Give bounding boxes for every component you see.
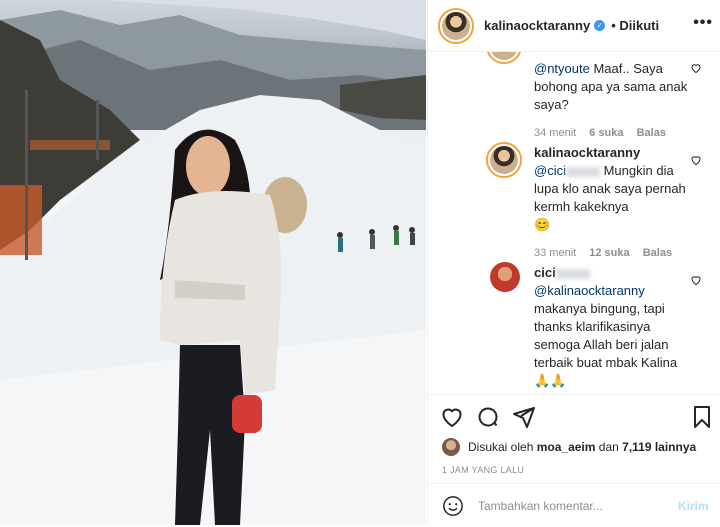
- like-comment-icon[interactable]: [690, 274, 702, 286]
- comment-emoji: 🙏🙏: [534, 373, 567, 388]
- comment-text: makanya bingung, tapi thanks klarifikasi…: [534, 301, 678, 370]
- share-icon[interactable]: [512, 405, 536, 429]
- comment-body: cici @kalinaocktaranny makanya bingung, …: [534, 264, 694, 390]
- commenter-avatar[interactable]: [486, 142, 522, 178]
- comment-author[interactable]: kalinaocktaranny: [534, 145, 640, 160]
- more-icon[interactable]: •••: [693, 14, 713, 32]
- post-header: kalinaocktaranny ✓ • Diikuti •••: [428, 0, 720, 52]
- like-comment-icon[interactable]: [690, 62, 702, 74]
- post-comment-button[interactable]: Kirim: [678, 499, 709, 513]
- comment-body: kalinaocktaranny @cici Mungkin dia lupa …: [534, 144, 694, 262]
- post-side-panel: kalinaocktaranny ✓ • Diikuti ••• @ntyout…: [427, 0, 720, 525]
- comment-emoji: 😊: [534, 217, 551, 232]
- comment-meta: 33 menit 12 suka Balas: [534, 244, 694, 262]
- comment-meta: 34 menit 6 suka Balas: [534, 124, 694, 142]
- bookmark-icon[interactable]: [690, 405, 714, 429]
- post-timestamp[interactable]: 1 JAM YANG LALU: [442, 465, 524, 475]
- redacted-text: [565, 166, 600, 177]
- post-actions: Disukai oleh moa_aeim dan 7,119 lainnya …: [428, 394, 720, 526]
- comment-mention[interactable]: @cici: [534, 163, 566, 178]
- emoji-icon[interactable]: [442, 495, 464, 517]
- likes-count[interactable]: 7,119 lainnya: [622, 440, 696, 454]
- likes-middle: dan: [598, 440, 619, 454]
- heart-icon[interactable]: [440, 405, 464, 429]
- follow-status[interactable]: • Diikuti: [611, 18, 659, 33]
- comment-mention[interactable]: @kalinaocktaranny: [534, 283, 645, 298]
- commenter-avatar[interactable]: [486, 52, 522, 64]
- redacted-text: [555, 268, 590, 279]
- comments-list: @ntyoute Maaf.. Saya bohong apa ya sama …: [428, 52, 720, 393]
- commenter-avatar[interactable]: [490, 262, 520, 292]
- like-comment-icon[interactable]: [690, 154, 702, 166]
- liker-avatar[interactable]: [442, 438, 460, 456]
- comment-input[interactable]: [476, 497, 670, 514]
- reply-button[interactable]: Balas: [637, 127, 666, 139]
- likes-summary: Disukai oleh moa_aeim dan 7,119 lainnya: [442, 438, 696, 456]
- liker-username[interactable]: moa_aeim: [537, 440, 596, 454]
- comment-icon[interactable]: [476, 405, 500, 429]
- verified-badge-icon: ✓: [594, 20, 606, 31]
- ski-slope-scene: [0, 0, 426, 525]
- comment-time[interactable]: 34 menit: [534, 127, 576, 139]
- comment-author[interactable]: cici: [534, 265, 556, 280]
- comment-mention[interactable]: @ntyoute: [534, 61, 590, 76]
- likes-prefix: Disukai oleh: [468, 440, 534, 454]
- comment-time[interactable]: 33 menit: [534, 247, 576, 259]
- post-photo[interactable]: [0, 0, 426, 525]
- comment-body: @ntyoute Maaf.. Saya bohong apa ya sama …: [534, 60, 694, 142]
- reply-button[interactable]: Balas: [643, 247, 672, 259]
- author-avatar[interactable]: [438, 7, 474, 44]
- comment-likes[interactable]: 6 suka: [589, 127, 623, 139]
- add-comment-bar: Kirim: [428, 483, 720, 527]
- author-username[interactable]: kalinaocktaranny: [484, 18, 590, 33]
- comment-likes[interactable]: 12 suka: [589, 247, 629, 259]
